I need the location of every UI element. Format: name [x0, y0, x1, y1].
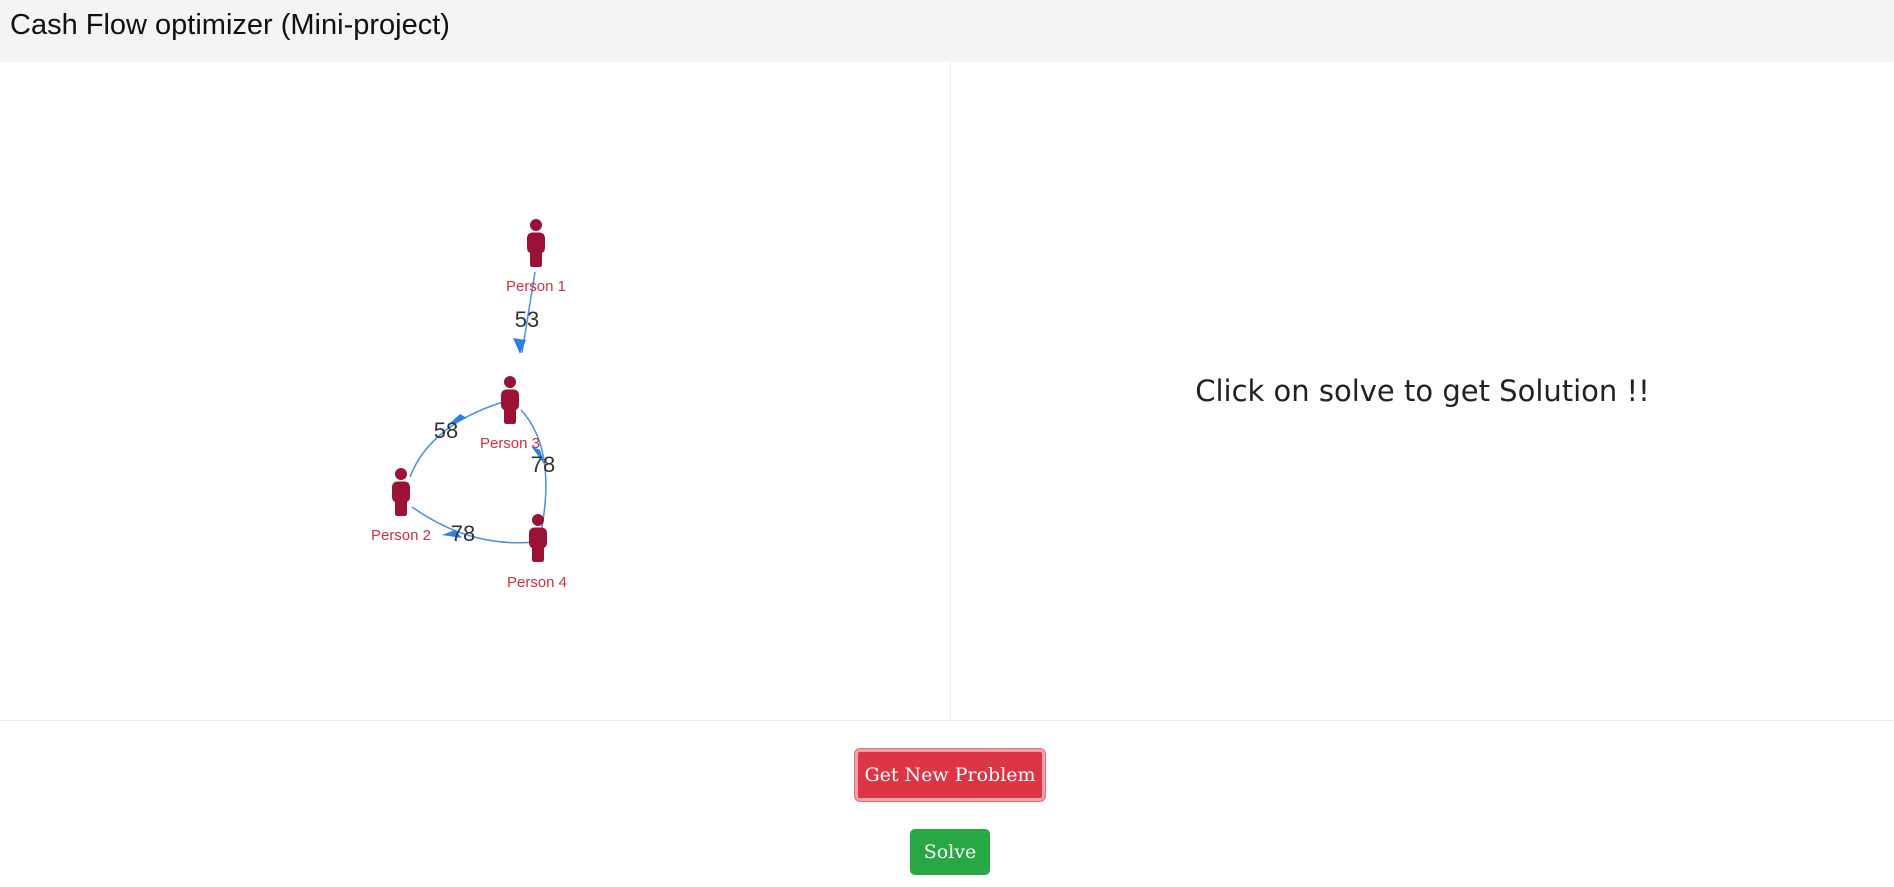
- solve-button[interactable]: Solve: [910, 829, 990, 875]
- edge-amount-label: 58: [434, 418, 458, 443]
- solution-message: Click on solve to get Solution !!: [1195, 374, 1650, 408]
- get-new-problem-button[interactable]: Get New Problem: [855, 749, 1045, 801]
- cash-flow-graph: Person 1 Person 3 Person 2 Person 4 53 5…: [371, 219, 567, 591]
- person-2-icon[interactable]: [392, 468, 410, 516]
- person-3-label: Person 3: [480, 435, 540, 452]
- person-1-icon[interactable]: [527, 219, 545, 267]
- person-4-icon[interactable]: [529, 514, 547, 562]
- edge-amount-label: 78: [451, 521, 475, 546]
- edge-amount-label: 78: [531, 452, 555, 477]
- header-bar: Cash Flow optimizer (Mini-project): [0, 0, 1894, 62]
- person-3-icon[interactable]: [501, 376, 519, 424]
- solution-panel: Click on solve to get Solution !!: [951, 62, 1894, 720]
- page-title: Cash Flow optimizer (Mini-project): [10, 9, 450, 41]
- section-divider: [0, 720, 1894, 721]
- person-1-label: Person 1: [506, 278, 566, 295]
- person-4-label: Person 4: [507, 574, 567, 591]
- edge-amount-label: 53: [515, 307, 539, 332]
- graph-panel: Person 1 Person 3 Person 2 Person 4 53 5…: [0, 62, 950, 720]
- person-2-label: Person 2: [371, 527, 431, 544]
- arrow-p1-p3: [513, 338, 526, 354]
